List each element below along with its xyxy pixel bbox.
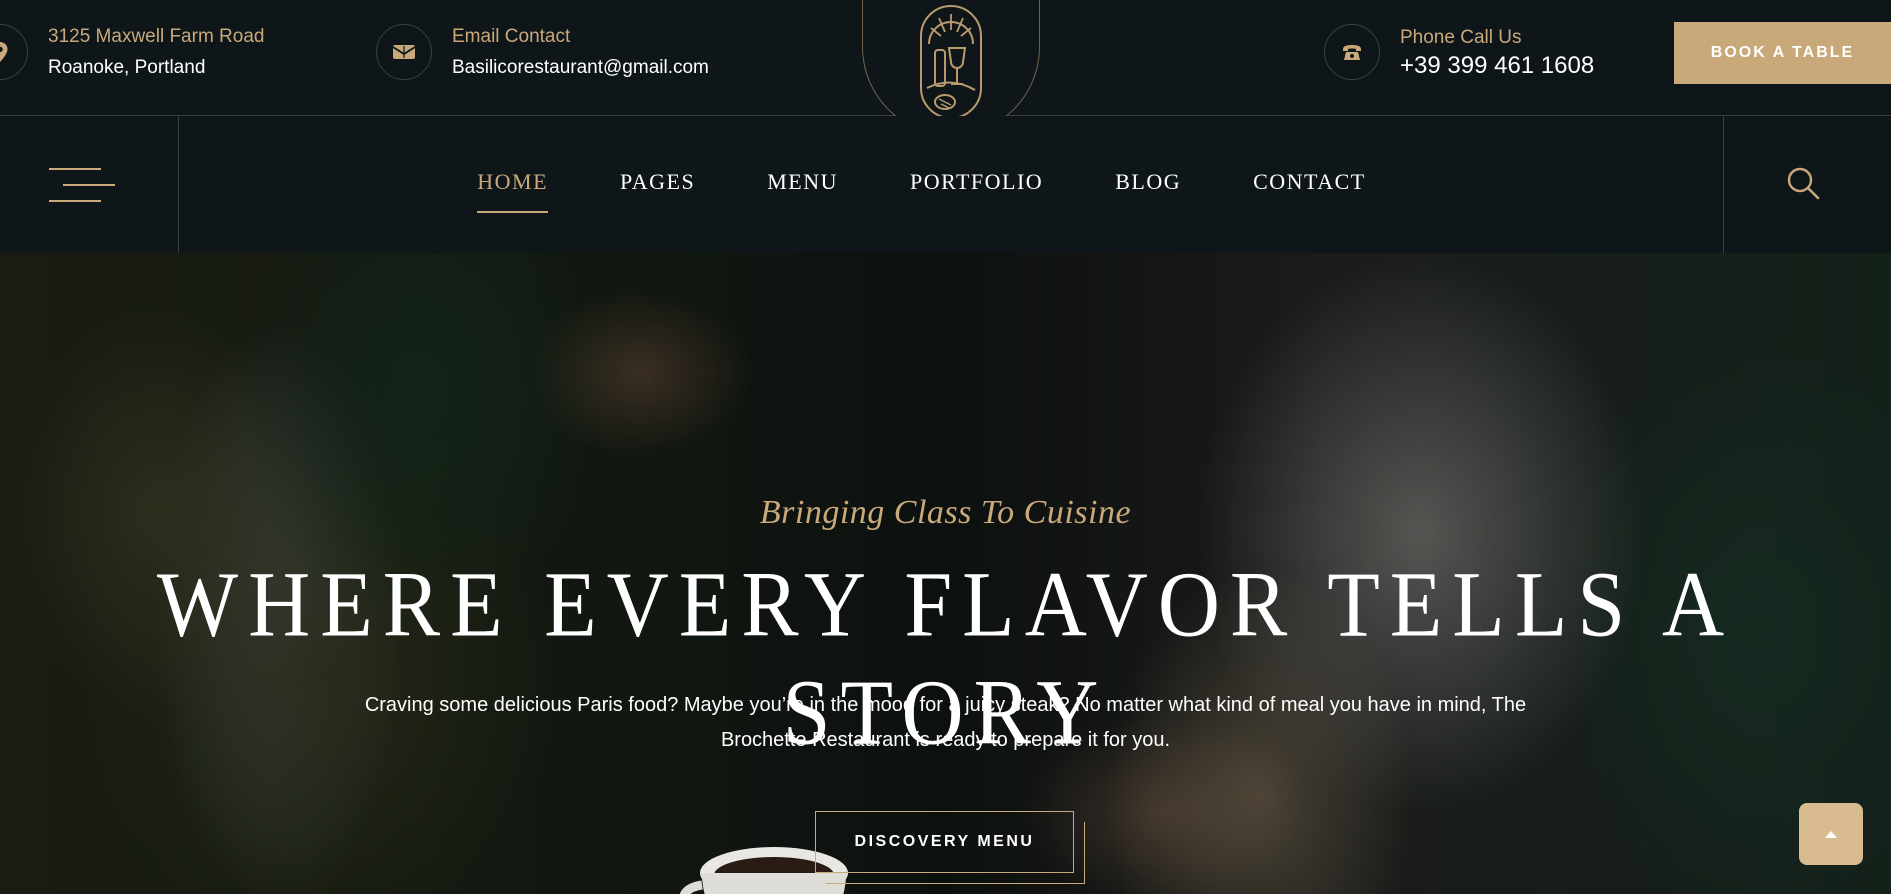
nav-item-home[interactable]: HOME [477, 169, 548, 213]
book-a-table-button[interactable]: BOOK A TABLE [1674, 22, 1891, 84]
scroll-to-top-button[interactable] [1799, 803, 1863, 865]
nav-item-blog[interactable]: BLOG [1115, 169, 1181, 201]
nav-item-pages[interactable]: PAGES [620, 169, 695, 201]
phone-icon [1324, 24, 1380, 80]
envelope-icon [376, 24, 432, 80]
phone-number-link[interactable]: +39 399 461 1608 [1400, 54, 1594, 78]
top-info-bar: 3125 Maxwell Farm Road Roanoke, Portland… [0, 0, 1891, 136]
nav-menu: HOME PAGES MENU PORTFOLIO BLOG CONTACT [0, 116, 1891, 253]
phone-info: Phone Call Us +39 399 461 1608 [1324, 24, 1594, 80]
nav-left-panel [0, 116, 179, 253]
restaurant-logo-icon[interactable] [919, 4, 983, 120]
hero-description: Craving some delicious Paris food? Maybe… [364, 694, 1527, 751]
main-navigation: HOME PAGES MENU PORTFOLIO BLOG CONTACT [0, 116, 1891, 253]
address-line-2: Roanoke, Portland [48, 56, 206, 78]
address-info: 3125 Maxwell Farm Road Roanoke, Portland [0, 24, 264, 80]
email-label: Email Contact [452, 25, 571, 47]
hero-tagline: Bringing Class To Cuisine [759, 494, 1132, 531]
nav-item-portfolio[interactable]: PORTFOLIO [910, 169, 1043, 201]
map-pin-icon [0, 24, 28, 80]
nav-right-panel [1723, 116, 1891, 253]
nav-item-menu[interactable]: MENU [767, 169, 838, 201]
email-address-link[interactable]: Basilicorestaurant@gmail.com [452, 56, 709, 80]
discovery-menu-button[interactable]: DISCOVERY MENU [815, 811, 1074, 873]
email-info: Email Contact Basilicorestaurant@gmail.c… [376, 24, 709, 80]
search-icon[interactable] [1786, 166, 1820, 200]
hamburger-menu-icon[interactable] [49, 168, 115, 202]
chevron-up-icon [1825, 831, 1837, 838]
address-line-1: 3125 Maxwell Farm Road [48, 25, 265, 47]
nav-item-contact[interactable]: CONTACT [1253, 169, 1366, 201]
hero-section: Bringing Class To Cuisine WHERE EVERY FL… [0, 253, 1891, 894]
phone-label: Phone Call Us [1400, 27, 1522, 48]
